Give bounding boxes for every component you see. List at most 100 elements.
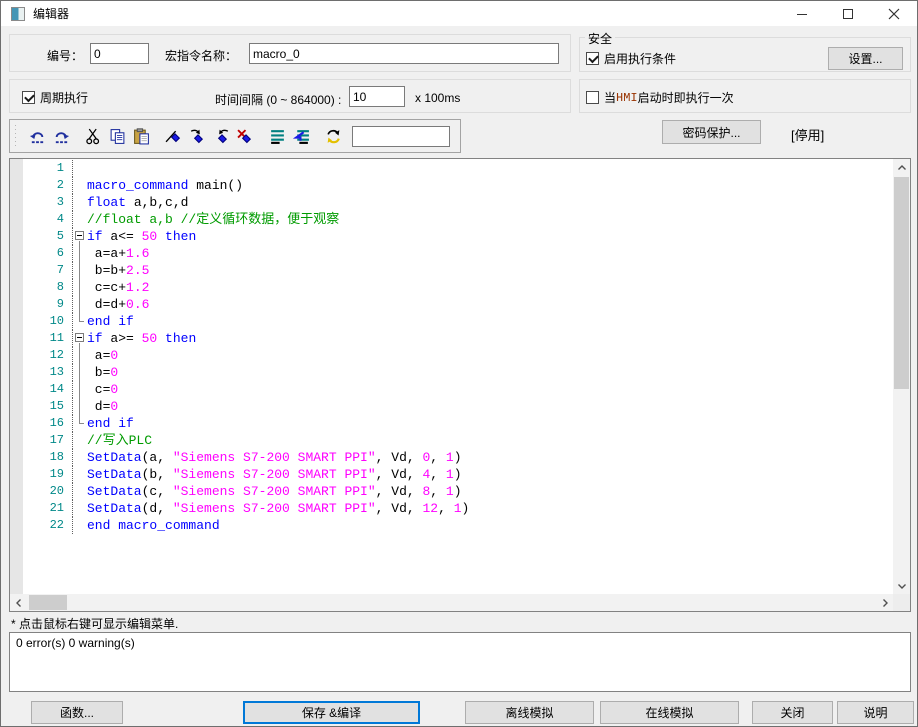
code-text: d=0 [87, 398, 118, 415]
code-lines[interactable]: 12macro_command main()3 float a,b,c,d4//f… [10, 160, 893, 594]
code-line[interactable]: 15 d=0 [10, 398, 893, 415]
code-line[interactable]: 2macro_command main() [10, 177, 893, 194]
periodic-checkbox[interactable]: 周期执行 [22, 89, 88, 106]
redo-button[interactable] [50, 125, 72, 147]
online-sim-button[interactable]: 在线模拟 [600, 701, 739, 724]
code-line[interactable]: 4//float a,b //定义循环数据，便于观察 [10, 211, 893, 228]
code-line[interactable]: 19SetData(b, "Siemens S7-200 SMART PPI",… [10, 466, 893, 483]
minimize-button[interactable] [779, 1, 825, 26]
window-icon [11, 7, 25, 21]
settings-button[interactable]: 设置... [828, 47, 903, 70]
code-line[interactable]: 17//写入PLC [10, 432, 893, 449]
paste-button[interactable] [130, 125, 152, 147]
code-line[interactable]: 11if a>= 50 then [10, 330, 893, 347]
horizontal-scroll-thumb[interactable] [29, 595, 67, 610]
interval-field[interactable] [349, 86, 405, 107]
fold-margin [73, 194, 87, 211]
paste-icon [133, 128, 150, 145]
editor-window: 编辑器 编号： 宏指令名称： 安全 启用执行条件 设置... [0, 0, 918, 727]
line-marks-button[interactable] [266, 125, 288, 147]
code-text: end if [87, 415, 134, 432]
password-status: [停用] [791, 125, 824, 144]
code-line[interactable]: 22end macro_command [10, 517, 893, 534]
fold-margin [73, 296, 87, 313]
vertical-scroll-thumb[interactable] [894, 177, 909, 389]
close-dialog-button[interactable]: 关闭 [752, 701, 833, 724]
fold-toggle[interactable] [75, 231, 84, 240]
search-input[interactable] [352, 126, 450, 147]
help-button[interactable]: 说明 [837, 701, 914, 724]
line-number: 6 [10, 245, 73, 262]
line-number: 1 [10, 160, 73, 177]
vertical-scrollbar[interactable] [893, 159, 910, 594]
fold-margin [73, 262, 87, 279]
line-number: 22 [10, 517, 73, 534]
scroll-down-button[interactable] [893, 577, 910, 594]
functions-button[interactable]: 函数... [31, 701, 123, 724]
enable-condition-checkbox[interactable]: 启用执行条件 [586, 50, 676, 67]
bookmark-prev-button[interactable] [210, 125, 232, 147]
offline-sim-button[interactable]: 离线模拟 [465, 701, 594, 724]
goto-line-button[interactable] [290, 125, 312, 147]
code-text: SetData(b, "Siemens S7-200 SMART PPI", V… [87, 466, 462, 483]
macro-name-field[interactable] [249, 43, 559, 64]
cut-button[interactable] [82, 125, 104, 147]
bookmark-toggle-button[interactable] [162, 125, 184, 147]
code-text: float a,b,c,d [87, 194, 188, 211]
fold-margin [73, 381, 87, 398]
code-line[interactable]: 12 a=0 [10, 347, 893, 364]
save-compile-button[interactable]: 保存 &编译 [243, 701, 420, 724]
horizontal-scrollbar[interactable] [10, 594, 893, 611]
id-field[interactable] [90, 43, 149, 64]
code-line[interactable]: 8 c=c+1.2 [10, 279, 893, 296]
window-title: 编辑器 [33, 5, 69, 22]
line-number: 13 [10, 364, 73, 381]
scroll-up-button[interactable] [893, 159, 910, 176]
title-bar: 编辑器 [1, 1, 917, 26]
line-marks-icon [269, 128, 286, 145]
undo-button[interactable] [26, 125, 48, 147]
startup-checkbox-box[interactable] [586, 91, 599, 104]
fold-toggle[interactable] [75, 333, 84, 342]
copy-button[interactable] [106, 125, 128, 147]
toolbar-grip[interactable] [15, 125, 18, 147]
maximize-button[interactable] [825, 1, 871, 26]
code-line[interactable]: 20SetData(c, "Siemens S7-200 SMART PPI",… [10, 483, 893, 500]
line-number: 8 [10, 279, 73, 296]
compile-message-box[interactable]: 0 error(s) 0 warning(s) [9, 632, 911, 692]
bookmark-next-button[interactable] [186, 125, 208, 147]
code-line[interactable]: 3 float a,b,c,d [10, 194, 893, 211]
code-text: if a<= 50 then [87, 228, 196, 245]
code-line[interactable]: 1 [10, 160, 893, 177]
code-line[interactable]: 9 d=d+0.6 [10, 296, 893, 313]
line-number: 5 [10, 228, 73, 245]
enable-condition-checkbox-box[interactable] [586, 52, 599, 65]
password-protect-button[interactable]: 密码保护... [662, 120, 761, 144]
security-group: 安全 启用执行条件 设置... [579, 37, 911, 72]
undo-icon [29, 128, 46, 145]
code-line[interactable]: 6 a=a+1.6 [10, 245, 893, 262]
security-group-title: 安全 [585, 30, 615, 47]
bookmark-clear-button[interactable] [234, 125, 256, 147]
code-line[interactable]: 21SetData(d, "Siemens S7-200 SMART PPI",… [10, 500, 893, 517]
code-line[interactable]: 10end if [10, 313, 893, 330]
periodic-checkbox-box[interactable] [22, 91, 35, 104]
line-number: 3 [10, 194, 73, 211]
code-editor[interactable]: 12macro_command main()3 float a,b,c,d4//f… [9, 158, 911, 612]
scroll-right-button[interactable] [876, 594, 893, 611]
scroll-left-button[interactable] [10, 594, 27, 611]
code-line[interactable]: 5 if a<= 50 then [10, 228, 893, 245]
find-replace-button[interactable] [322, 125, 344, 147]
fold-margin [73, 500, 87, 517]
code-line[interactable]: 16end if [10, 415, 893, 432]
line-number: 14 [10, 381, 73, 398]
code-text: d=d+0.6 [87, 296, 149, 313]
close-button[interactable] [871, 1, 917, 26]
code-text: macro_command main() [87, 177, 243, 194]
code-line[interactable]: 13 b=0 [10, 364, 893, 381]
code-line[interactable]: 7 b=b+2.5 [10, 262, 893, 279]
maximize-icon [842, 8, 854, 20]
code-line[interactable]: 18SetData(a, "Siemens S7-200 SMART PPI",… [10, 449, 893, 466]
startup-checkbox[interactable]: 当 HMI 启动时即执行一次 [586, 89, 734, 106]
code-line[interactable]: 14 c=0 [10, 381, 893, 398]
